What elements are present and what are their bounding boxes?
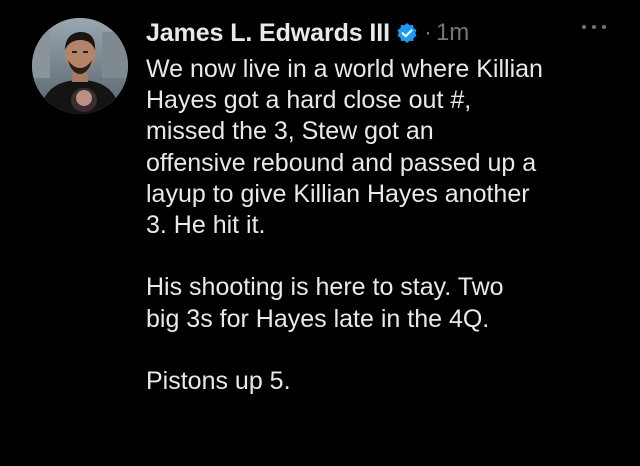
tweet-header: James L. Edwards III · 1m [146, 14, 616, 52]
tweet-timestamp[interactable]: 1m [436, 19, 469, 47]
tweet-content: James L. Edwards III · 1m We now live in… [146, 14, 616, 397]
time-separator: · [423, 19, 432, 46]
tweet-text-line: Pistons up 5. [146, 367, 291, 395]
tweet[interactable]: James L. Edwards III · 1m We now live in… [0, 0, 640, 466]
tweet-text-line: Hayes got a hard close out #, [146, 86, 472, 115]
more-dot [592, 25, 596, 29]
tweet-text-line: missed the 3, Stew got an [146, 117, 434, 146]
tweet-paragraph: Pistons up 5. [146, 366, 616, 397]
verified-badge-icon [397, 23, 417, 43]
tweet-text-line: offensive rebound and passed up a [146, 148, 537, 177]
author-name[interactable]: James L. Edwards III [146, 19, 390, 48]
tweet-text-line: layup to give Killian Hayes another [146, 179, 530, 208]
tweet-text-line: big 3s for Hayes late in the 4Q. [146, 304, 490, 333]
tweet-text-line: His shooting is here to stay. Two [146, 273, 504, 302]
tweet-paragraph: We now live in a world where Killian Hay… [146, 54, 616, 241]
tweet-paragraph: His shooting is here to stay. Two big 3s… [146, 272, 616, 334]
tweet-text-line: 3. He hit it. [146, 211, 266, 240]
more-dot [582, 25, 586, 29]
tweet-text: We now live in a world where Killian Hay… [146, 54, 616, 397]
avatar-photo [32, 18, 128, 114]
more-dot [602, 25, 606, 29]
avatar[interactable] [32, 18, 128, 114]
tweet-text-line: We now live in a world where Killian [146, 55, 543, 83]
more-options-icon[interactable] [582, 22, 606, 32]
